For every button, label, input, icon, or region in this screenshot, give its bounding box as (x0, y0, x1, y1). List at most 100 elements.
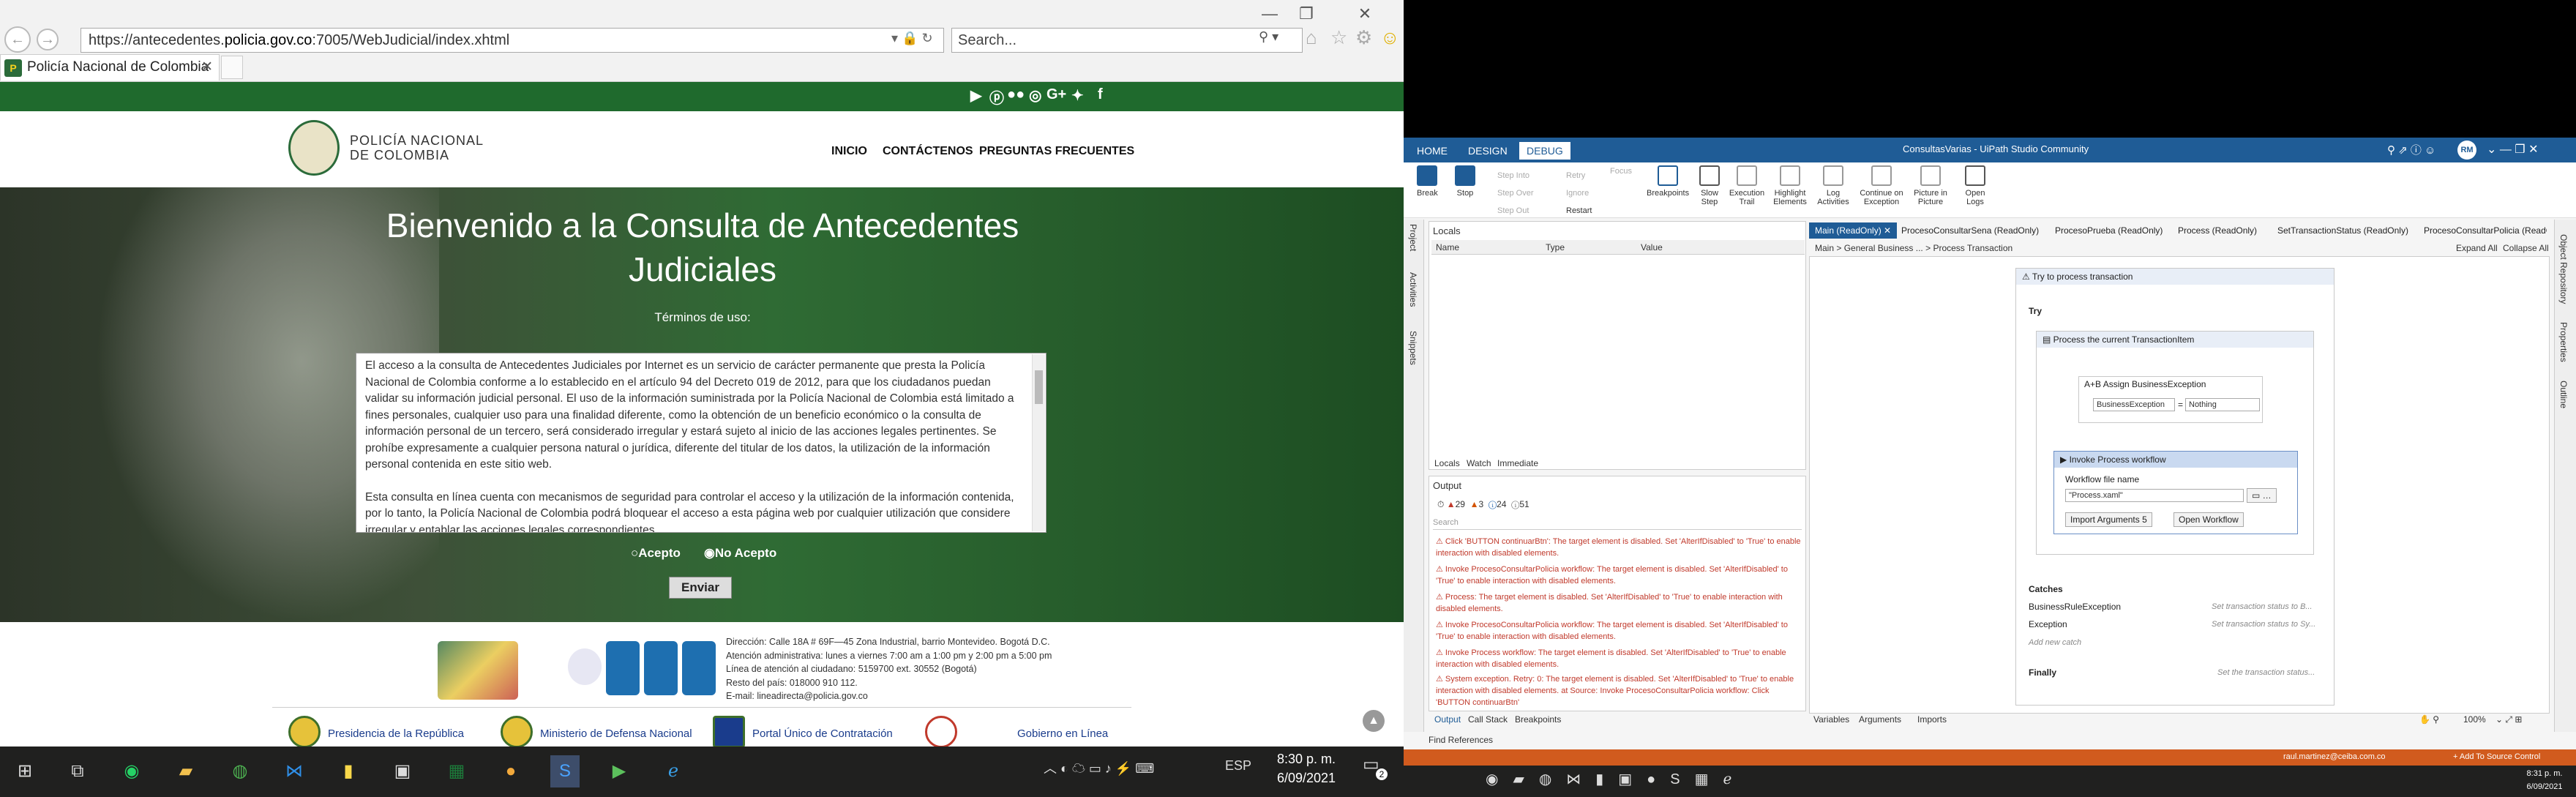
outline-tab[interactable]: Outline (2558, 381, 2569, 408)
chrome-icon[interactable]: ◍ (225, 755, 255, 787)
titlebar-icons[interactable]: ⚲ ⇗ ⓘ ☺ (2387, 142, 2435, 157)
whatsapp-icon[interactable]: ◉ (117, 755, 146, 787)
settings-icon[interactable]: ⚙ (1355, 26, 1372, 49)
uipath-studio-icon[interactable]: S (550, 755, 580, 787)
doc-tab-prueba[interactable]: ProcesoPrueba (ReadOnly) (2049, 222, 2168, 239)
tab-home[interactable]: HOME (1409, 142, 1455, 160)
expand-all-link[interactable]: Expand All (2456, 243, 2498, 253)
forward-button[interactable]: → (37, 29, 59, 50)
doc-tab-process[interactable]: Process (ReadOnly) (2172, 222, 2263, 239)
taskview-icon[interactable]: ⧉ (63, 755, 92, 787)
focus-button[interactable]: Focus (1610, 167, 1632, 176)
import-arguments-button[interactable]: Import Arguments 5 (2065, 512, 2152, 527)
police-logo[interactable] (288, 120, 340, 176)
start-icon[interactable]: ⊞ (10, 755, 40, 787)
3cx-icon[interactable]: ▣ (388, 755, 417, 787)
project-panel-tab[interactable]: Project (1408, 224, 1418, 251)
scroll-top-button[interactable]: ▲ (1363, 710, 1385, 732)
home-icon[interactable]: ⌂ (1306, 26, 1317, 49)
clock[interactable]: 8:30 p. m. 6/09/2021 (1259, 749, 1354, 787)
excel-icon[interactable]: ▦ (442, 755, 471, 787)
language-indicator[interactable]: ESP (1225, 758, 1251, 774)
log-activities-button[interactable]: Log Activities (1815, 165, 1852, 206)
close-button[interactable]: ✕ (1347, 4, 1383, 23)
break-button[interactable]: Break (1417, 165, 1438, 198)
output-line[interactable]: ⚠ Invoke Process workflow: The target el… (1436, 647, 1802, 670)
terms-scrollbar[interactable] (1032, 354, 1045, 531)
tab-watch[interactable]: Watch (1467, 458, 1491, 468)
tab-locals[interactable]: Locals (1434, 458, 1460, 468)
output-line[interactable]: ⚠ Click 'BUTTON continuarBtn': The targe… (1436, 536, 1802, 559)
add-source-control[interactable]: + Add To Source Control (2453, 752, 2540, 761)
tab-variables[interactable]: Variables (1813, 714, 1849, 725)
output-line[interactable]: ⚠ System exception. Retry: 0: The target… (1436, 673, 1802, 708)
address-bar[interactable]: https://antecedentes.policia.gov.co:7005… (80, 28, 944, 53)
app-orange-icon[interactable]: ● (496, 755, 525, 787)
terms-textarea[interactable]: El acceso a la consulta de Antecedentes … (356, 353, 1046, 533)
output-line[interactable]: ⚠ Invoke ProcesoConsultarPolicia workflo… (1436, 564, 1802, 587)
properties-tab[interactable]: Properties (2558, 322, 2569, 362)
footer-link-contratacion[interactable]: Portal Único de Contratación (752, 727, 893, 740)
status-user[interactable]: raul.martinez@ceiba.com.co (2283, 752, 2386, 761)
tab-design[interactable]: DESIGN (1461, 142, 1515, 160)
picture-in-picture-button[interactable]: Picture in Picture (1910, 165, 1951, 206)
output-line[interactable]: ⚠ Invoke ProcesoConsultarPolicia workflo… (1436, 619, 1802, 643)
uipath-assistant-icon[interactable]: ▶ (604, 755, 634, 787)
find-references[interactable]: Find References (1429, 735, 1493, 745)
facebook-icon[interactable]: f (1098, 86, 1103, 103)
workflow-file-input[interactable]: "Process.xaml" (2065, 489, 2244, 502)
stop-button[interactable]: Stop (1455, 165, 1475, 198)
fit-icons[interactable]: ⌄ ⤢ ⊞ (2496, 714, 2522, 725)
twitter-icon[interactable]: ✦ (1071, 86, 1084, 105)
pinterest-icon[interactable]: ⓟ (989, 86, 1004, 108)
vscode-icon[interactable]: ⋈ (280, 755, 309, 787)
menu-preguntas[interactable]: PREGUNTAS FRECUENTES (979, 145, 1134, 158)
ie-icon[interactable]: ℯ (659, 755, 688, 787)
flickr-icon[interactable]: ●● (1007, 86, 1025, 103)
window-controls[interactable]: ⌄ — ❐ ✕ (2487, 142, 2539, 157)
scroll-thumb[interactable] (1035, 370, 1043, 404)
search-input[interactable]: Search... (951, 28, 1303, 53)
menu-contactenos[interactable]: CONTÁCTENOS (883, 145, 973, 158)
footer-link-gobierno[interactable]: Gobierno en Línea (1017, 727, 1108, 740)
continue-on-exception-button[interactable]: Continue on Exception (1856, 165, 1907, 206)
enviar-button[interactable]: Enviar (669, 577, 732, 599)
open-logs-button[interactable]: Open Logs (1957, 165, 1993, 206)
instagram-icon[interactable]: ◎ (1029, 86, 1041, 105)
user-avatar[interactable]: RM (2457, 141, 2476, 160)
tab-immediate[interactable]: Immediate (1497, 458, 1538, 468)
catch-row-name[interactable]: BusinessRuleException (2029, 602, 2121, 612)
catch-row-name[interactable]: Exception (2029, 619, 2067, 629)
breadcrumb[interactable]: Main > General Business ... > Process Tr… (1815, 243, 2012, 253)
file-explorer-icon[interactable]: ▰ (171, 755, 201, 787)
assign-to-field[interactable]: BusinessException (2093, 398, 2175, 411)
invoke-header[interactable]: ▶ Invoke Process workflow (2054, 452, 2297, 468)
back-button[interactable]: ← (4, 26, 31, 53)
output-line[interactable]: ⚠ Process: The target element is disable… (1436, 591, 1802, 615)
googleplus-icon[interactable]: G+ (1046, 86, 1066, 103)
smiley-icon[interactable]: ☺ (1380, 26, 1400, 49)
tab-imports[interactable]: Imports (1917, 714, 1947, 725)
slow-step-button[interactable]: Slow Step (1695, 165, 1724, 206)
activities-panel-tab[interactable]: Activities (1408, 272, 1418, 307)
snippets-panel-tab[interactable]: Snippets (1408, 331, 1418, 365)
step-buttons[interactable]: Step Into Step Over Step Out (1497, 167, 1534, 220)
browse-folder-icon[interactable]: ▭ … (2247, 488, 2277, 503)
browser-tab[interactable]: Policía Nacional de Colombia ✕ (0, 54, 220, 81)
clock-secondary[interactable]: 8:31 p. m. 6/09/2021 (2517, 767, 2572, 793)
object-repository-tab[interactable]: Object Repository (2558, 234, 2569, 304)
doc-tab-main[interactable]: Main (ReadOnly) ✕ (1809, 222, 1898, 239)
tab-call-stack[interactable]: Call Stack (1468, 714, 1508, 725)
radio-accept[interactable]: ○Acepto (631, 546, 681, 561)
collapse-all-link[interactable]: Collapse All (2503, 243, 2549, 253)
tab-close-icon[interactable]: ✕ (201, 55, 213, 80)
open-workflow-button[interactable]: Open Workflow (2174, 512, 2244, 527)
secondary-taskbar-icons[interactable]: ◉▰◍⋈▮▣●S▦ℯ (1486, 770, 1746, 788)
search-icon[interactable]: ⚲ ▾ (1259, 29, 1278, 45)
sticky-notes-icon[interactable]: ▮ (334, 755, 363, 787)
vive-digital-logo[interactable] (438, 641, 518, 700)
tab-breakpoints[interactable]: Breakpoints (1515, 714, 1561, 725)
footer-link-mindefensa[interactable]: Ministerio de Defensa Nacional (540, 727, 692, 740)
execution-trail-button[interactable]: Execution Trail (1729, 165, 1765, 206)
restore-button[interactable]: ❐ (1288, 4, 1325, 23)
